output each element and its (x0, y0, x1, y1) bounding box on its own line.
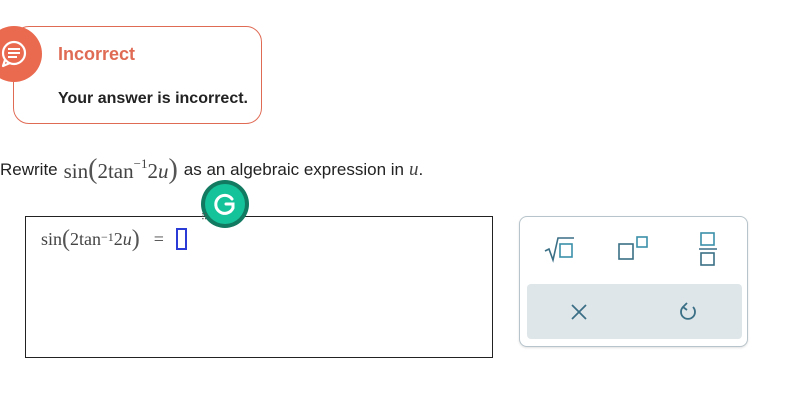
feedback-panel (13, 26, 262, 124)
question-inverse-func: tan (107, 159, 134, 183)
question-end: . (418, 160, 424, 179)
undo-icon[interactable] (670, 294, 706, 330)
fraction-icon[interactable] (690, 231, 726, 267)
answer-exponent: −1 (101, 229, 114, 244)
math-toolbox (519, 216, 748, 347)
answer-coef: 2 (70, 228, 80, 249)
answer-arg-coef: 2 (113, 228, 123, 249)
question-expression: sin(2tan−12u) (64, 156, 178, 184)
question-prefix: Rewrite (0, 160, 58, 179)
close-paren: ) (131, 226, 140, 252)
question-suffix-variable: u (408, 159, 419, 180)
toolbox-action-row (527, 284, 742, 339)
answer-func: sin (41, 228, 63, 249)
drag-handle-icon[interactable]: ⠿ (201, 213, 208, 222)
answer-expression: sin(2 tan −1 2 u) = (41, 227, 187, 251)
superscript-icon[interactable] (616, 231, 652, 267)
open-paren: ( (62, 226, 71, 252)
question-suffix: as an algebraic expression in (183, 160, 404, 179)
question-coef: 2 (97, 159, 108, 183)
close-paren: ) (168, 154, 178, 185)
feedback-title: Incorrect (58, 44, 136, 64)
clear-icon[interactable] (561, 294, 597, 330)
question-exponent: −1 (133, 156, 148, 171)
question-variable: u (157, 159, 169, 183)
feedback-message: Your answer is incorrect. (58, 90, 248, 107)
question-func: sin (63, 159, 89, 183)
square-root-icon[interactable] (541, 231, 577, 267)
grammarly-badge (205, 184, 245, 224)
answer-inverse-func: tan (79, 228, 102, 249)
answer-slot[interactable] (175, 228, 187, 250)
equals-sign: = (153, 228, 164, 249)
answer-input-box[interactable]: sin(2 tan −1 2 u) = (25, 216, 493, 358)
question-arg-coef: 2 (147, 159, 158, 183)
grammarly-icon[interactable] (201, 180, 249, 228)
answer-variable: u (122, 228, 132, 249)
